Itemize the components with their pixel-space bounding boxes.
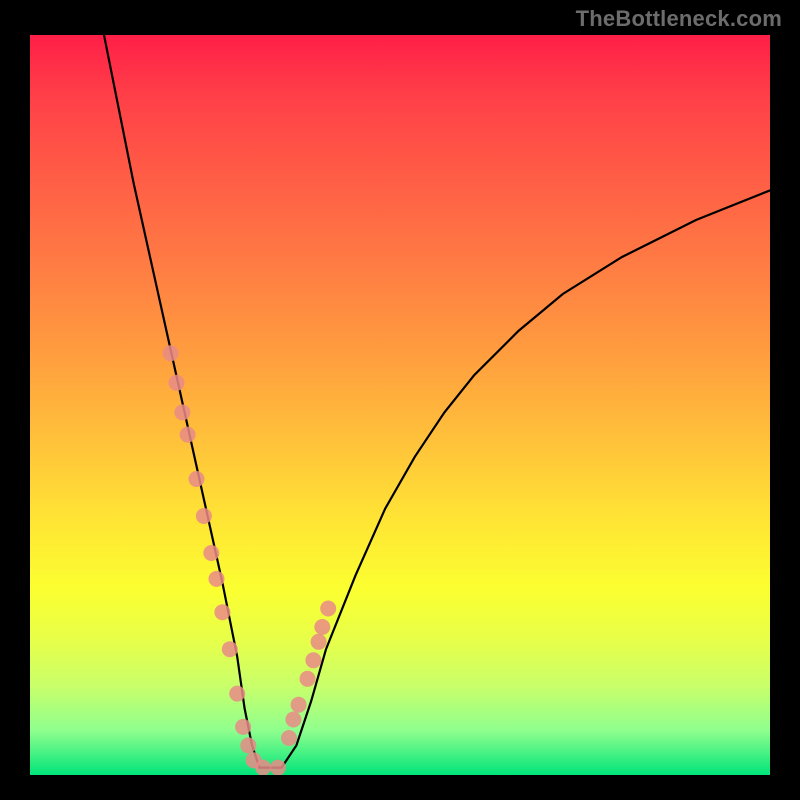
highlight-point (214, 604, 230, 620)
chart-svg (30, 35, 770, 775)
highlight-point (281, 730, 297, 746)
highlight-point (189, 471, 205, 487)
highlight-point (163, 345, 179, 361)
highlight-point (196, 508, 212, 524)
highlight-point (285, 712, 301, 728)
highlight-point (270, 760, 286, 775)
highlight-point (314, 619, 330, 635)
highlight-point (203, 545, 219, 561)
highlight-point (174, 404, 190, 420)
highlight-point (255, 760, 271, 775)
highlight-point (291, 697, 307, 713)
highlight-point (229, 686, 245, 702)
highlight-point (240, 737, 256, 753)
highlight-point (209, 571, 225, 587)
highlight-points (163, 345, 337, 775)
bottleneck-curve (104, 35, 770, 768)
highlight-point (169, 375, 185, 391)
highlight-point (180, 427, 196, 443)
highlight-point (235, 719, 251, 735)
highlight-point (300, 671, 316, 687)
highlight-point (311, 634, 327, 650)
watermark-text: TheBottleneck.com (576, 6, 782, 32)
chart-frame: TheBottleneck.com (0, 0, 800, 800)
highlight-point (222, 641, 238, 657)
highlight-point (320, 601, 336, 617)
highlight-point (305, 652, 321, 668)
plot-area (30, 35, 770, 775)
